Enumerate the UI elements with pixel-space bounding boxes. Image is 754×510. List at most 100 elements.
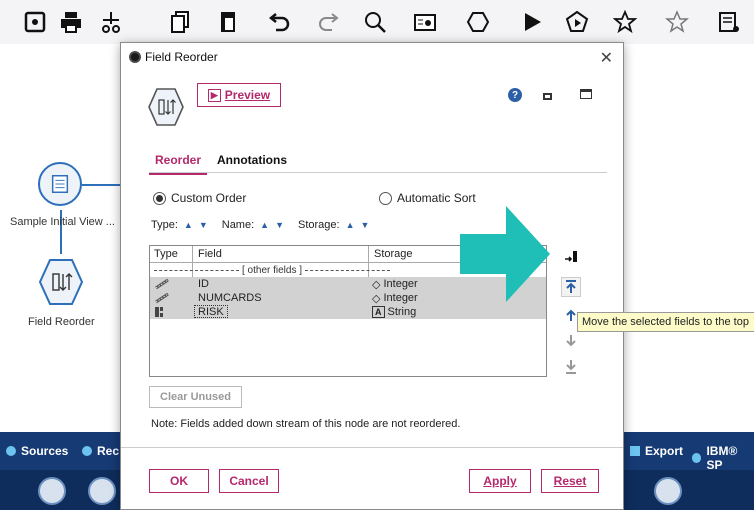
apply-button[interactable]: Apply bbox=[469, 469, 531, 493]
reset-label: Reset bbox=[553, 474, 587, 488]
divider bbox=[121, 447, 623, 448]
supernode-icon[interactable] bbox=[465, 9, 491, 35]
sort-storage-desc-icon[interactable]: ▼ bbox=[361, 220, 370, 230]
sample-node-label: Sample Initial View ... bbox=[10, 216, 115, 228]
run-icon[interactable] bbox=[519, 9, 545, 35]
palette-tab-record-ops[interactable]: Rec bbox=[82, 444, 119, 458]
ibm-spss-icon bbox=[692, 453, 702, 463]
reorder-note: Note: Fields added down stream of this n… bbox=[151, 418, 461, 430]
integer-icon: ◇ bbox=[372, 292, 381, 305]
sort-name-asc-icon[interactable]: ▲ bbox=[260, 220, 269, 230]
string-icon: A bbox=[372, 306, 385, 318]
close-icon[interactable]: ✕ bbox=[600, 48, 613, 68]
move-down-icon[interactable] bbox=[561, 331, 581, 351]
sort-name-desc-icon[interactable]: ▼ bbox=[275, 220, 284, 230]
storage-cell: ◇ Integer bbox=[372, 291, 418, 305]
field-name: ID bbox=[198, 278, 209, 290]
field-reorder-node-icon bbox=[148, 88, 184, 126]
palette-tab-label: Sources bbox=[21, 444, 69, 458]
copy-icon[interactable] bbox=[168, 9, 194, 35]
reset-button[interactable]: Reset bbox=[541, 469, 599, 493]
field-name: NUMCARDS bbox=[198, 292, 262, 304]
tab-annotations[interactable]: Annotations bbox=[217, 153, 287, 167]
continuous-icon bbox=[154, 291, 170, 305]
radio-selected-icon bbox=[153, 191, 166, 205]
automatic-sort-radio[interactable]: Automatic Sort bbox=[379, 191, 476, 205]
save-icon[interactable] bbox=[22, 9, 48, 35]
storage-value: Integer bbox=[383, 292, 418, 304]
dialog-title-bar: Field Reorder bbox=[121, 43, 623, 71]
redo-icon[interactable] bbox=[316, 9, 342, 35]
palette-tab-label: Rec bbox=[97, 444, 120, 458]
sort-storage-asc-icon[interactable]: ▲ bbox=[346, 220, 355, 230]
highlight-arrow-icon bbox=[460, 206, 550, 302]
field-name: RISK bbox=[194, 305, 228, 318]
move-to-bottom-arrow-icon[interactable] bbox=[561, 357, 581, 377]
tooltip: Move the selected fields to the top bbox=[577, 312, 754, 332]
palette-node-icon[interactable] bbox=[38, 477, 66, 505]
move-to-top-icon[interactable] bbox=[561, 277, 581, 297]
sort-controls: Type: ▲ ▼ Name: ▲ ▼ Storage: ▲ ▼ bbox=[151, 219, 369, 231]
custom-order-radio[interactable]: Custom Order bbox=[153, 191, 246, 205]
table-row[interactable]: RISK A String bbox=[150, 305, 546, 319]
play-icon: ▶ bbox=[207, 88, 221, 102]
undo-icon[interactable] bbox=[266, 9, 292, 35]
stream-link bbox=[82, 184, 122, 186]
record-ops-icon bbox=[82, 446, 92, 456]
field-reorder-node-icon bbox=[38, 259, 84, 305]
column-header-storage[interactable]: Storage bbox=[374, 248, 413, 260]
ok-button[interactable]: OK bbox=[149, 469, 209, 493]
palette-tab-export[interactable]: Export bbox=[630, 444, 683, 458]
tab-reorder[interactable]: Reorder bbox=[148, 153, 208, 175]
clear-unused-button[interactable]: Clear Unused bbox=[149, 386, 242, 408]
move-to-bottom-icon[interactable] bbox=[561, 247, 581, 267]
storage-cell: A String bbox=[372, 305, 416, 319]
stream-properties-icon[interactable] bbox=[412, 9, 438, 35]
print-icon[interactable] bbox=[58, 9, 84, 35]
custom-order-label: Custom Order bbox=[171, 191, 247, 205]
sample-node-icon bbox=[38, 162, 82, 206]
automatic-sort-label: Automatic Sort bbox=[397, 191, 476, 205]
cut-icon[interactable] bbox=[98, 9, 124, 35]
maximize-icon[interactable] bbox=[580, 89, 592, 99]
annotation-icon[interactable] bbox=[716, 9, 742, 35]
sort-type-desc-icon[interactable]: ▼ bbox=[199, 220, 208, 230]
preview-button[interactable]: ▶ Preview bbox=[197, 83, 281, 107]
app-icon bbox=[129, 51, 141, 63]
palette-node-icon[interactable] bbox=[88, 477, 116, 505]
other-fields-marker: [ other fields ] bbox=[150, 263, 393, 277]
radio-unselected-icon bbox=[379, 191, 392, 205]
storage-cell: ◇ Integer bbox=[372, 277, 418, 291]
integer-icon: ◇ bbox=[372, 278, 381, 291]
dialog-title: Field Reorder bbox=[145, 50, 218, 64]
sources-icon bbox=[6, 446, 16, 456]
search-icon[interactable] bbox=[362, 9, 388, 35]
field-reorder-node[interactable] bbox=[38, 258, 84, 309]
palette-tab-label: Export bbox=[645, 444, 684, 458]
storage-value: String bbox=[387, 306, 417, 318]
palette-tab-label: IBM® SP bbox=[706, 444, 738, 472]
palette-tab-ibm-spss[interactable]: IBM® SP bbox=[692, 444, 754, 472]
sort-name-label: Name: bbox=[221, 219, 255, 231]
apply-label: Apply bbox=[483, 474, 517, 488]
run-selection-icon[interactable] bbox=[564, 9, 590, 35]
minimize-icon[interactable] bbox=[543, 93, 552, 100]
sort-type-asc-icon[interactable]: ▲ bbox=[184, 220, 193, 230]
dialog-tabs: Reorder Annotations bbox=[148, 149, 607, 175]
main-toolbar bbox=[0, 0, 754, 44]
column-header-field[interactable]: Field bbox=[198, 248, 222, 260]
column-header-type[interactable]: Type bbox=[154, 248, 178, 260]
sort-type-label: Type: bbox=[151, 219, 178, 231]
field-reorder-node-label: Field Reorder bbox=[28, 316, 95, 328]
export-icon bbox=[630, 446, 640, 456]
sort-storage-label: Storage: bbox=[298, 219, 340, 231]
favorite-add-icon[interactable] bbox=[612, 9, 638, 35]
palette-node-icon[interactable] bbox=[654, 477, 682, 505]
help-icon[interactable]: ? bbox=[508, 88, 522, 102]
favorite-remove-icon[interactable] bbox=[664, 9, 690, 35]
cancel-button[interactable]: Cancel bbox=[219, 469, 279, 493]
palette-tab-sources[interactable]: Sources bbox=[6, 444, 68, 458]
paste-icon[interactable] bbox=[216, 9, 242, 35]
continuous-icon bbox=[154, 277, 170, 291]
nominal-icon bbox=[154, 305, 168, 319]
